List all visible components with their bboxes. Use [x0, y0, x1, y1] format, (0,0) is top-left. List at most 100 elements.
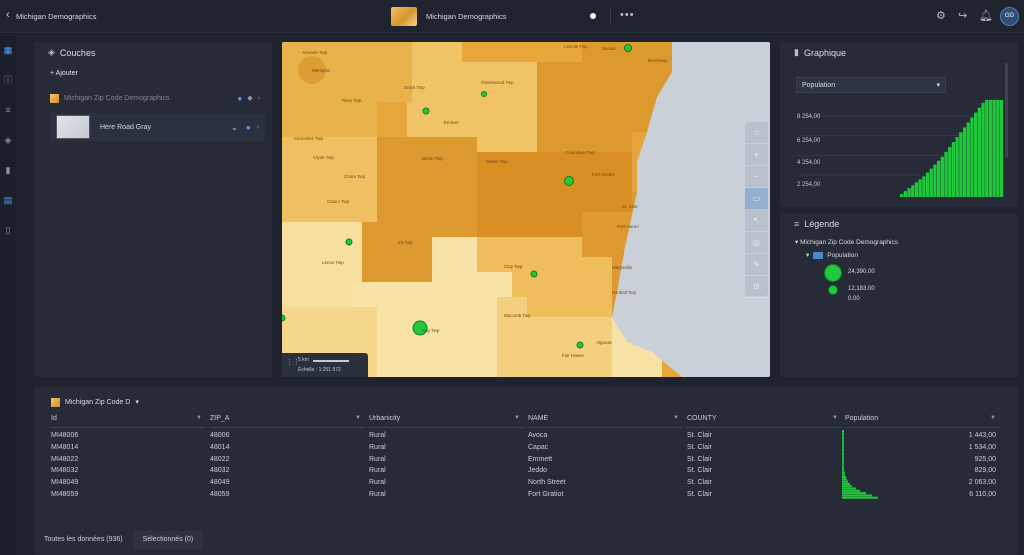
map-point[interactable]: [481, 91, 487, 97]
map-label: Berlin Twp: [422, 156, 443, 161]
chart-bar[interactable]: [903, 191, 907, 197]
table-icon[interactable]: ▤: [3, 195, 13, 205]
map-point[interactable]: [564, 176, 574, 186]
layers-panel-header: ◈ Couches: [48, 47, 95, 58]
chart-bar[interactable]: [907, 188, 911, 197]
chevron-right-icon[interactable]: ›: [257, 124, 259, 131]
gear-icon[interactable]: ⚙: [936, 9, 946, 22]
chart-bar[interactable]: [985, 99, 989, 197]
filter-icon[interactable]: ▼: [514, 415, 520, 421]
map-point[interactable]: [576, 341, 584, 349]
map-icon[interactable]: ▦: [3, 45, 13, 55]
visibility-eye-icon[interactable]: ●: [246, 123, 251, 132]
layer-row-zip[interactable]: Michigan Zip Code Demographics ● ◆ ›: [50, 92, 260, 104]
chart-bar[interactable]: [944, 151, 948, 197]
chart-bar[interactable]: [962, 127, 967, 197]
chart-bar[interactable]: [988, 99, 993, 197]
home-icon[interactable]: ⌂: [745, 122, 768, 144]
chart-bar[interactable]: [914, 182, 919, 197]
column-header[interactable]: COUNTY ▼: [687, 415, 842, 428]
chart-bar[interactable]: [951, 142, 956, 197]
chart-bar[interactable]: [940, 156, 944, 197]
caret-icon: ▾: [806, 252, 810, 259]
zip-area[interactable]: [282, 137, 377, 222]
chart-bar[interactable]: [900, 194, 904, 197]
filter-icon[interactable]: ▼: [355, 415, 361, 421]
filter-icon[interactable]: ▼: [990, 415, 996, 421]
spark-bar: [842, 457, 844, 460]
column-header[interactable]: Population ▼: [845, 415, 1000, 428]
chart-bar[interactable]: [996, 99, 1000, 197]
map-point[interactable]: [282, 314, 286, 322]
chart-bar[interactable]: [929, 168, 933, 197]
chart-bar[interactable]: [974, 112, 978, 197]
add-layer-button[interactable]: + Ajouter: [50, 70, 78, 77]
map-point[interactable]: [530, 270, 538, 278]
table-cell: 48022: [210, 455, 230, 463]
tab-selected[interactable]: Sélectionnés (0): [132, 531, 204, 549]
map-point[interactable]: [624, 44, 632, 52]
chevron-right-icon[interactable]: ›: [258, 95, 260, 102]
zoom-in-icon[interactable]: +: [745, 144, 768, 166]
map-title-block[interactable]: Michigan Demographics: [391, 5, 506, 27]
locate-icon[interactable]: ⊙: [745, 276, 768, 298]
legend-value: 12,183.00: [848, 286, 875, 292]
chart-bar[interactable]: [955, 137, 959, 197]
chart-bar[interactable]: [918, 179, 922, 197]
pointer-icon[interactable]: ↖: [745, 210, 768, 232]
chart-bar[interactable]: [966, 122, 970, 197]
chevron-down-icon[interactable]: ⌄: [231, 123, 238, 132]
legend-field[interactable]: ▾ Population: [806, 251, 858, 259]
filter-icon[interactable]: ▼: [196, 415, 202, 421]
bell-icon[interactable]: 🔔︎: [979, 9, 993, 22]
chart-icon[interactable]: ▮: [3, 165, 13, 175]
info-icon[interactable]: ⓘ: [3, 75, 13, 85]
spark-bar: [842, 462, 844, 465]
chart-bar[interactable]: [925, 172, 930, 197]
chart-bar[interactable]: [970, 117, 974, 197]
chart-bar[interactable]: [959, 132, 963, 197]
legend-layer[interactable]: ▾ Michigan Zip Code Demographics: [795, 238, 898, 246]
chart-bar[interactable]: [948, 146, 952, 197]
compass-icon[interactable]: ◎: [745, 232, 768, 254]
chart-bar[interactable]: [937, 160, 941, 197]
chart-bar[interactable]: [933, 164, 937, 197]
column-header[interactable]: Urbanicity ▼: [369, 415, 524, 428]
tab-all-data[interactable]: Toutes les données (936): [34, 531, 133, 549]
zoom-out-icon[interactable]: −: [745, 166, 768, 188]
map-toolbar: ⌂ + − ▭ ↖ ◎ ✎ ⊙: [745, 122, 768, 298]
table-cell: 2 063,00: [968, 479, 996, 487]
map-view[interactable]: Lincoln Twp Sanilac Greenwood Twp Grant …: [282, 42, 770, 377]
column-header[interactable]: Id ▼: [51, 415, 206, 428]
table-cell: Rural: [369, 491, 386, 498]
visibility-eye-icon[interactable]: ●: [237, 94, 242, 103]
chart-bar[interactable]: [977, 107, 981, 197]
map-svg[interactable]: Lincoln Twp Sanilac Greenwood Twp Grant …: [282, 42, 770, 377]
tag-icon[interactable]: ◆: [247, 94, 252, 102]
avatar[interactable]: GG: [1000, 7, 1019, 26]
list-icon[interactable]: ≡: [3, 105, 13, 115]
map-label: St. Clair: [622, 204, 639, 209]
chart-bar[interactable]: [981, 102, 985, 197]
chart-bar[interactable]: [911, 185, 915, 197]
filter-icon[interactable]: ▼: [832, 415, 838, 421]
chart-scrollbar[interactable]: [1005, 63, 1008, 158]
filter-icon[interactable]: ▼: [673, 415, 679, 421]
select-tool-icon[interactable]: ▭: [745, 188, 768, 210]
chart-bar[interactable]: [922, 176, 926, 197]
back-chevron-icon[interactable]: ‹: [6, 9, 10, 21]
column-header[interactable]: ZIP_A ▼: [210, 415, 365, 428]
chart-bar[interactable]: [999, 99, 1004, 197]
layer-row-basemap[interactable]: Here Road Gray ⌄ ● ›: [50, 113, 265, 141]
layers-icon[interactable]: ◈: [3, 135, 13, 145]
column-header[interactable]: NAME ▼: [528, 415, 683, 428]
chart-bar[interactable]: [992, 99, 996, 197]
table-layer-select[interactable]: Michigan Zip Code D ▾: [51, 396, 139, 408]
book-icon[interactable]: ▯: [3, 225, 13, 235]
map-point[interactable]: [422, 107, 430, 115]
measure-icon[interactable]: ✎: [745, 254, 768, 276]
share-icon[interactable]: ↪: [958, 9, 967, 22]
more-icon[interactable]: •••: [620, 9, 635, 21]
map-point[interactable]: [345, 238, 353, 246]
map-label: Kenockee Twp: [294, 136, 324, 141]
